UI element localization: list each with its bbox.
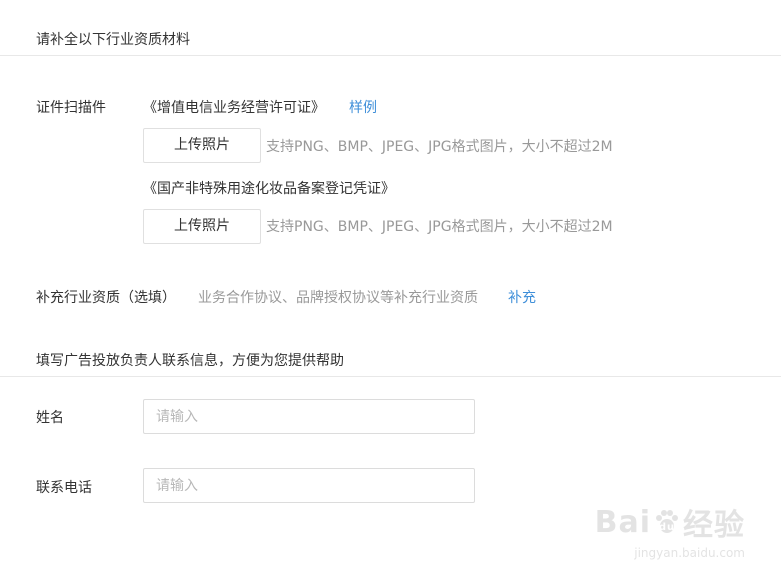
section-title-contact: 填写广告投放负责人联系信息，方便为您提供帮助	[36, 353, 344, 369]
baidu-jingyan-watermark: Bai du 经验 jingyan.baidu.com	[594, 500, 745, 561]
watermark-url: jingyan.baidu.com	[634, 546, 745, 560]
supplement-label: 补充行业资质（选填）	[36, 290, 176, 306]
certificates-label: 证件扫描件	[36, 100, 106, 116]
name-input[interactable]	[143, 399, 475, 434]
certificate-name-cosmetics: 《国产非特殊用途化妆品备案登记凭证》	[143, 181, 395, 197]
paw-icon: du	[656, 510, 678, 533]
supplement-link[interactable]: 补充	[508, 287, 536, 307]
section-divider	[0, 55, 781, 56]
name-label: 姓名	[36, 410, 64, 426]
supplement-hint: 业务合作协议、品牌授权协议等补充行业资质	[198, 290, 478, 306]
upload-hint-telecom: 支持PNG、BMP、JPEG、JPG格式图片，大小不超过2M	[266, 139, 613, 155]
upload-photo-button-telecom[interactable]: 上传照片	[143, 128, 261, 163]
section-divider	[0, 376, 781, 377]
upload-hint-cosmetics: 支持PNG、BMP、JPEG、JPG格式图片，大小不超过2M	[266, 219, 613, 235]
certificate-name-telecom: 《增值电信业务经营许可证》	[143, 100, 325, 116]
upload-photo-button-cosmetics[interactable]: 上传照片	[143, 209, 261, 244]
svg-text:du: du	[659, 522, 675, 533]
watermark-logo: Bai du 经验	[594, 504, 745, 544]
phone-input[interactable]	[143, 468, 475, 503]
phone-label: 联系电话	[36, 480, 92, 496]
sample-link[interactable]: 样例	[349, 97, 377, 117]
section-title-qualifications: 请补全以下行业资质材料	[36, 32, 190, 48]
